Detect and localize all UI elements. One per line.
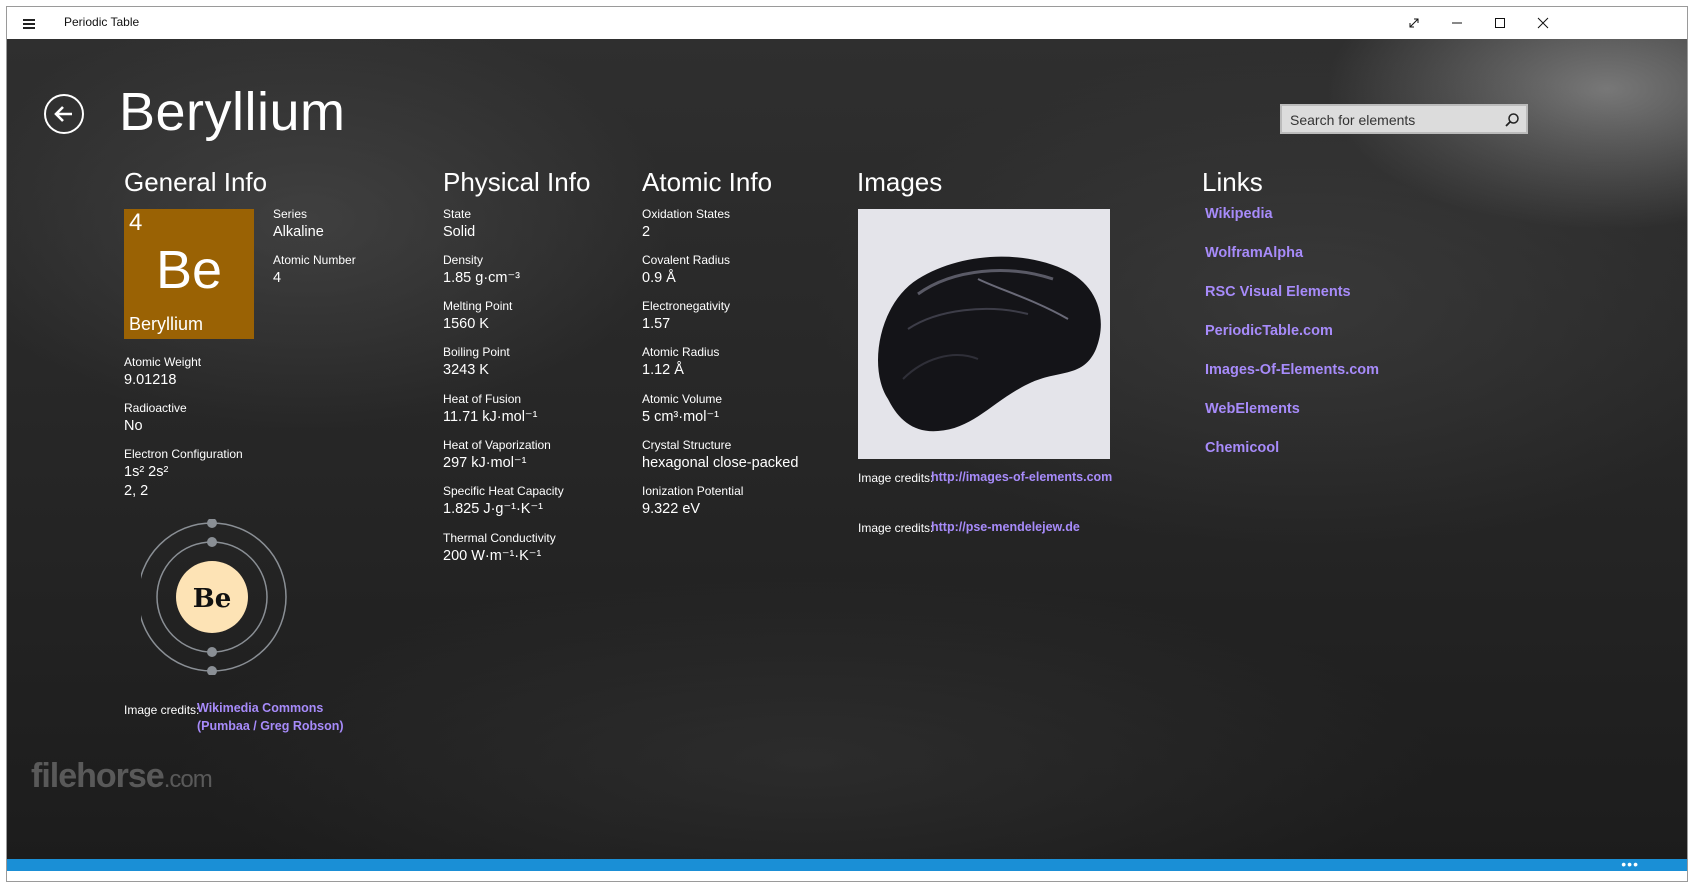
atomic-value: hexagonal close-packed (642, 455, 799, 471)
atomic-value: 5 cm³·mol⁻¹ (642, 409, 719, 425)
links-heading: Links (1202, 167, 1263, 197)
atomic-label: Atomic Volume (642, 392, 723, 406)
element-photo[interactable] (858, 209, 1110, 459)
watermark-suffix: .com (163, 766, 213, 793)
physical-value: 200 W·m⁻¹·K⁻¹ (443, 548, 542, 564)
electron-config-value: 1s² 2s² (124, 464, 169, 480)
bohr-credit-link-line2[interactable]: (Pumbaa / Greg Robson) (197, 719, 344, 733)
maximize-button[interactable] (1477, 7, 1523, 39)
atomic-info-heading: Atomic Info (642, 167, 773, 197)
image-credit-link[interactable]: http://images-of-elements.com (931, 470, 1112, 484)
bohr-credit-label: Image credits: (124, 703, 200, 717)
watermark-main: filehorse (31, 757, 165, 795)
link-rsc-visual-elements[interactable]: RSC Visual Elements (1205, 284, 1351, 300)
physical-value: 1.825 J·g⁻¹·K⁻¹ (443, 501, 543, 517)
link-chemicool[interactable]: Chemicool (1205, 440, 1279, 456)
physical-label: Melting Point (443, 299, 513, 313)
series-label: Series (273, 207, 308, 221)
atomic-label: Atomic Radius (642, 345, 720, 359)
element-detail-page: Beryllium General Info Physical Info Ato… (7, 39, 1687, 871)
filehorse-watermark: filehorse.com (31, 757, 213, 796)
physical-value: 297 kJ·mol⁻¹ (443, 455, 527, 471)
physical-label: Heat of Vaporization (443, 438, 551, 452)
electron-shells-value: 2, 2 (124, 483, 149, 499)
back-arrow-icon[interactable] (44, 94, 84, 134)
search-icon[interactable] (1503, 111, 1521, 129)
app-bar: ••• (7, 857, 1687, 871)
image-credit-link[interactable]: http://pse-mendelejew.de (931, 520, 1080, 534)
link-images-of-elements[interactable]: Images-Of-Elements.com (1205, 362, 1379, 378)
page-title: Beryllium (119, 82, 346, 142)
tile-symbol: Be (155, 240, 223, 300)
physical-label: Density (443, 253, 484, 267)
search-input[interactable] (1288, 110, 1497, 130)
physical-value: Solid (443, 224, 476, 240)
series-value: Alkaline (273, 224, 324, 240)
bohr-model-diagram: Be (141, 519, 287, 675)
atomic-number-value: 4 (273, 270, 282, 286)
physical-label: Boiling Point (443, 345, 510, 359)
images-heading: Images (857, 167, 943, 197)
radioactive-label: Radioactive (124, 401, 187, 415)
atomic-weight-value: 9.01218 (124, 372, 177, 388)
atomic-label: Oxidation States (642, 207, 731, 221)
element-tile: 4 Be Beryllium (124, 209, 254, 339)
link-wikipedia[interactable]: Wikipedia (1205, 206, 1273, 222)
electron-config-label: Electron Configuration (124, 447, 243, 461)
window-title: Periodic Table (64, 15, 140, 29)
app-window: Periodic Table Beryllium General Info Ph… (6, 6, 1688, 882)
tile-atomic-number: 4 (129, 209, 143, 236)
atomic-label: Electronegativity (642, 299, 731, 313)
search-box[interactable] (1280, 104, 1528, 134)
link-webelements[interactable]: WebElements (1205, 401, 1300, 417)
atomic-value: 1.12 Å (642, 362, 684, 378)
physical-label: Specific Heat Capacity (443, 484, 564, 498)
minimize-button[interactable] (1434, 7, 1480, 39)
physical-value: 1.85 g·cm⁻³ (443, 270, 520, 286)
close-button[interactable] (1520, 7, 1566, 39)
hamburger-menu-icon[interactable] (17, 13, 41, 33)
radioactive-value: No (124, 418, 143, 434)
physical-value: 1560 K (443, 316, 489, 332)
atomic-value: 0.9 Å (642, 270, 676, 286)
physical-value: 11.71 kJ·mol⁻¹ (443, 409, 538, 425)
more-options-icon[interactable]: ••• (1621, 857, 1639, 871)
link-periodictable[interactable]: PeriodicTable.com (1205, 323, 1333, 339)
atomic-number-label: Atomic Number (273, 253, 356, 267)
link-wolframalpha[interactable]: WolframAlpha (1205, 245, 1303, 261)
general-info-heading: General Info (124, 167, 268, 197)
atomic-value: 1.57 (642, 316, 671, 332)
atomic-weight-label: Atomic Weight (124, 355, 202, 369)
atomic-label: Crystal Structure (642, 438, 732, 452)
physical-label: State (443, 207, 472, 221)
title-bar: Periodic Table (7, 7, 1687, 39)
image-credit-label: Image credits: (858, 521, 934, 535)
atomic-label: Covalent Radius (642, 253, 731, 267)
physical-info-heading: Physical Info (443, 167, 591, 197)
physical-label: Heat of Fusion (443, 392, 522, 406)
atomic-value: 2 (642, 224, 651, 240)
physical-value: 3243 K (443, 362, 489, 378)
bohr-symbol: Be (193, 584, 232, 614)
atomic-label: Ionization Potential (642, 484, 744, 498)
tile-name: Beryllium (129, 314, 204, 334)
physical-label: Thermal Conductivity (443, 531, 556, 545)
bohr-credit-link[interactable]: Wikimedia Commons (197, 701, 323, 715)
image-credit-label: Image credits: (858, 471, 934, 485)
fullscreen-icon[interactable] (1391, 7, 1437, 39)
atomic-value: 9.322 eV (642, 501, 701, 517)
